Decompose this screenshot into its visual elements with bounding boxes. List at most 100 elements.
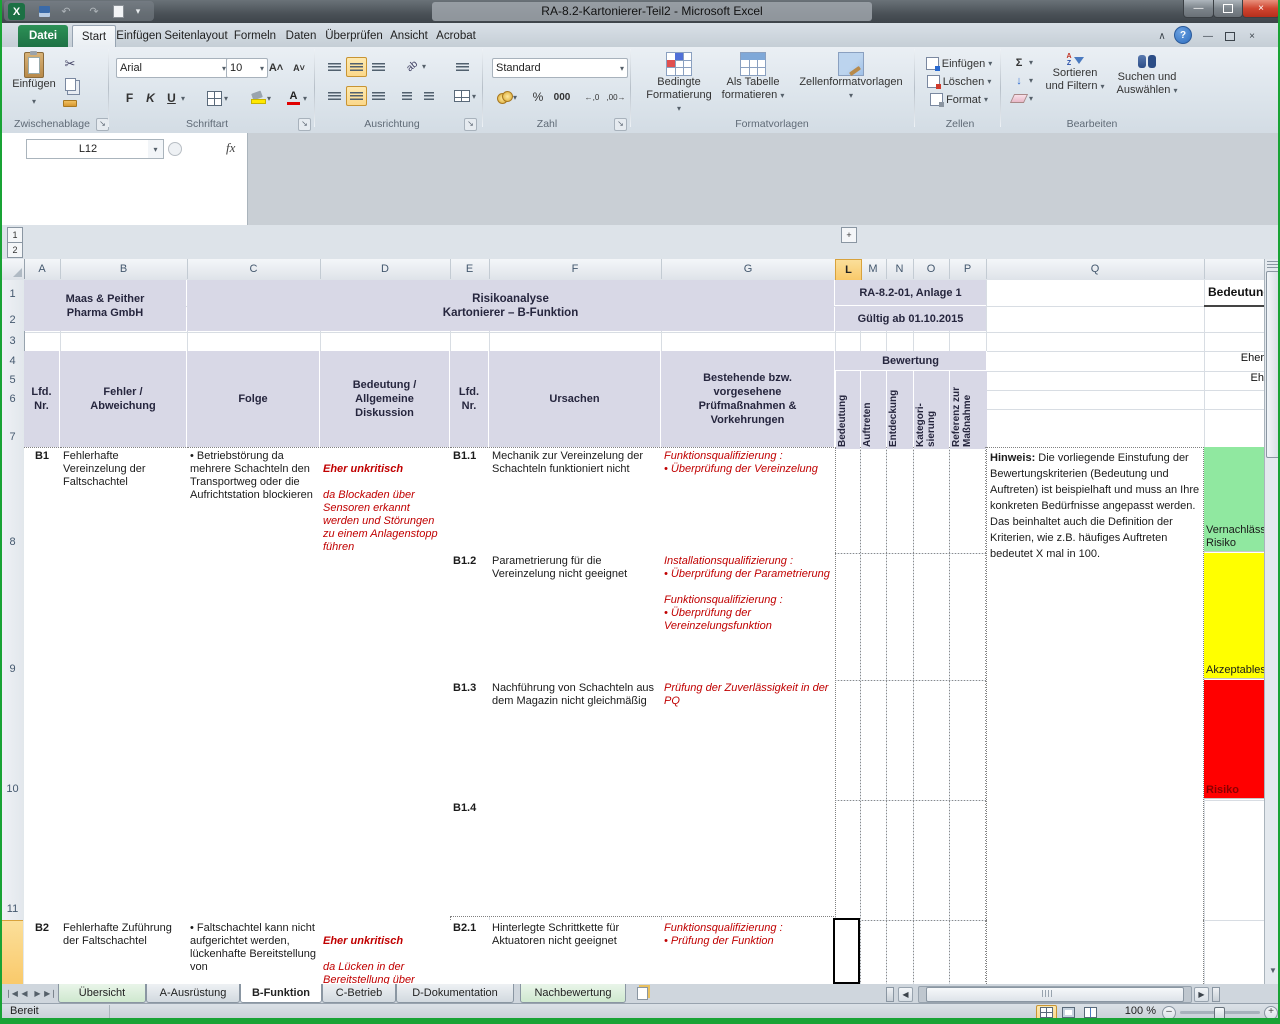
cell-g9-massnahme[interactable]: Installationsqualifizierung : • Überprüf… (661, 553, 836, 681)
cut-button[interactable]: ✂ (60, 55, 80, 73)
row-header-6[interactable]: 6 (2, 393, 23, 407)
tab-split-handle[interactable] (886, 987, 894, 1002)
underline-dropdown-icon[interactable]: ▾ (181, 94, 185, 103)
tab-datei[interactable]: Datei (18, 25, 68, 47)
fill-color-dropdown-icon[interactable]: ▾ (267, 94, 271, 103)
print-preview-icon[interactable] (110, 4, 126, 19)
col-header-q[interactable]: Q (986, 259, 1205, 279)
cell-valid-from[interactable]: Gültig ab 01.10.2015 (835, 306, 986, 331)
decrease-decimal-button[interactable]: ,00→ (604, 88, 628, 106)
cell-f10-ursache[interactable]: Nachführung von Schachteln aus dem Magaz… (489, 680, 662, 801)
tab-daten[interactable]: Daten (282, 25, 320, 47)
cell-risk-green[interactable]: Vernachlässigbares Risiko (1204, 447, 1266, 552)
header-lfd-nr2[interactable]: Lfd. Nr. (450, 351, 489, 447)
format-painter-button[interactable] (60, 96, 80, 110)
cell-f8-ursache[interactable]: Mechanik zur Vereinzelung der Schachteln… (489, 447, 662, 555)
help-icon[interactable]: ? (1174, 26, 1192, 44)
orientation-dropdown-icon[interactable]: ▾ (422, 62, 426, 71)
view-page-break-button[interactable] (1080, 1005, 1101, 1018)
prev-sheet-icon[interactable]: ◀ (18, 987, 31, 1000)
tab-einfuegen[interactable]: Einfügen (117, 25, 161, 47)
increase-font-icon[interactable]: A˄ (265, 58, 287, 78)
cell-styles-button[interactable]: Zellenformatvorlagen▾ (792, 52, 910, 102)
scroll-down-icon[interactable]: ▼ (1267, 965, 1278, 977)
cell-g8-massnahme[interactable]: Funktionsqualifizierung : • Überprüfung … (661, 447, 836, 555)
currency-button[interactable] (494, 88, 514, 106)
sheet-tab-uebersicht[interactable]: Übersicht (58, 984, 146, 1003)
scroll-left-icon[interactable]: ◀ (898, 987, 913, 1002)
row-header-10[interactable]: 10 (2, 783, 23, 797)
fill-button[interactable]: ↓ (1008, 72, 1030, 89)
increase-decimal-button[interactable]: ←,0 (580, 88, 604, 106)
tab-ueberpruefen[interactable]: Überprüfen (324, 25, 384, 47)
cell-b8-fehler[interactable]: Fehlerhafte Vereinzelung der Faltschacht… (60, 447, 188, 922)
format-as-table-button[interactable]: Als Tabelle formatieren ▾ (718, 52, 788, 102)
cell-doc-title[interactable]: Risikoanalyse Kartonierer – B-Funktion (187, 280, 834, 331)
font-color-button[interactable]: A (284, 89, 303, 107)
cell-d8-bedeutung[interactable]: Eher unkritisch da Blockaden über Sensor… (320, 447, 451, 922)
row-header-12-selected[interactable] (2, 920, 23, 985)
first-sheet-icon[interactable]: ❘◀ (5, 987, 18, 1000)
col-header-e[interactable]: E (450, 259, 490, 279)
align-center-button[interactable] (346, 86, 367, 106)
align-right-button[interactable] (368, 86, 389, 106)
conditional-formatting-button[interactable]: Bedingte Formatierung ▾ (644, 52, 714, 115)
wrap-text-button[interactable] (450, 57, 474, 77)
workbook-restore-icon[interactable] (1222, 29, 1238, 43)
underline-button[interactable]: U (162, 88, 181, 107)
merge-dropdown-icon[interactable]: ▾ (472, 92, 476, 101)
last-sheet-icon[interactable]: ▶❘ (44, 987, 57, 1000)
header-rating-auftreten[interactable]: Auftreten (860, 371, 887, 449)
autosum-button[interactable]: Σ (1008, 54, 1030, 71)
zoom-level[interactable]: 100 % (1110, 1005, 1156, 1017)
row-header-7[interactable]: 7 (2, 431, 23, 445)
cell-doc-ref[interactable]: RA-8.2-01, Anlage 1 (835, 280, 986, 306)
thousands-button[interactable]: 000 (549, 88, 575, 106)
align-bottom-button[interactable] (368, 57, 389, 77)
select-all-corner[interactable] (2, 259, 25, 279)
outline-level-1-button[interactable]: 1 (7, 227, 23, 243)
outline-expand-button[interactable]: + (841, 227, 857, 243)
active-cell-l12[interactable] (833, 918, 860, 984)
zoom-in-button[interactable]: + (1264, 1006, 1278, 1018)
decrease-font-icon[interactable]: A˅ (288, 58, 310, 78)
cell-q12[interactable] (986, 920, 1204, 988)
col-header-p[interactable]: P (949, 259, 987, 279)
cell-d12-bedeutung[interactable]: Eher unkritisch da Lücken in der Bereits… (320, 920, 451, 988)
insert-worksheet-icon[interactable] (632, 986, 652, 1001)
alignment-dialog-launcher[interactable]: ↘ (464, 118, 477, 131)
align-top-button[interactable] (324, 57, 345, 77)
zoom-slider-thumb[interactable] (1214, 1007, 1225, 1018)
cell-a12-b2[interactable]: B2 (24, 920, 61, 988)
scrollbar-resize-handle[interactable] (1212, 987, 1220, 1002)
row-header-2[interactable]: 2 (2, 314, 23, 328)
col-header-d[interactable]: D (320, 259, 451, 279)
tab-ansicht[interactable]: Ansicht (388, 25, 430, 47)
format-cells-button[interactable]: Format ▾ (920, 90, 998, 109)
merge-center-button[interactable] (450, 86, 474, 106)
currency-dropdown-icon[interactable]: ▾ (513, 93, 517, 102)
collapse-ribbon-icon[interactable]: ∧ (1154, 29, 1170, 43)
redo-icon[interactable] (86, 4, 102, 19)
font-color-dropdown-icon[interactable]: ▾ (303, 94, 307, 103)
minimize-button[interactable]: — (1183, 0, 1214, 18)
name-box-dropdown-icon[interactable]: ▾ (148, 139, 164, 159)
font-size-combo[interactable]: 10▾ (226, 58, 268, 78)
cell-q8-hinweis[interactable]: Hinweis: Die vorliegende Einstufung der … (986, 447, 1204, 922)
col-header-f[interactable]: F (489, 259, 662, 279)
cell-a8-b1[interactable]: B1 (24, 447, 61, 922)
sheet-tab-d-dokumentation[interactable]: D-Dokumentation (396, 984, 514, 1003)
row-header-3[interactable]: 3 (2, 335, 23, 349)
header-rating-bedeutung[interactable]: Bedeutung (835, 371, 861, 449)
cell-b12-fehler[interactable]: Fehlerhafte Zuführung der Faltschachtel (60, 920, 188, 988)
header-rating-entdeckung[interactable]: Entdeckung (886, 371, 914, 449)
cell-f11-ursache[interactable] (489, 800, 662, 917)
save-icon[interactable] (36, 4, 52, 19)
horizontal-scrollbar-thumb[interactable] (926, 987, 1184, 1002)
tab-acrobat[interactable]: Acrobat (433, 25, 479, 47)
header-bewertung[interactable]: Bewertung (835, 351, 987, 371)
close-button[interactable]: × (1242, 0, 1278, 18)
cell-e12-nr[interactable]: B2.1 (450, 920, 490, 988)
cell-eher-1[interactable]: Eher (1207, 352, 1264, 370)
tab-start[interactable]: Start (72, 25, 116, 48)
